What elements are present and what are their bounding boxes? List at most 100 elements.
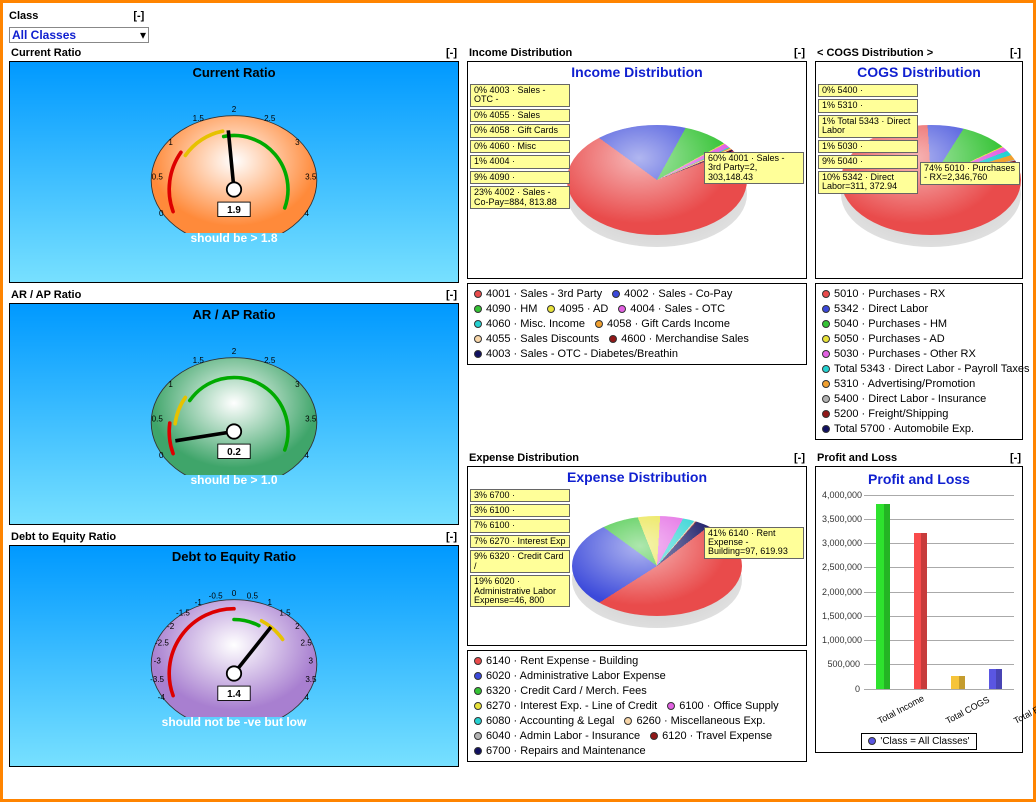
legend-item: 5200 · Freight/Shipping — [822, 408, 948, 420]
svg-text:3.5: 3.5 — [305, 414, 317, 423]
svg-text:1.5: 1.5 — [193, 114, 205, 123]
bar — [989, 669, 1003, 688]
pie-callout: 60% 4001 · Sales - 3rd Party=2, 303,148.… — [704, 152, 804, 184]
legend-item: 4058 · Gift Cards Income — [595, 318, 730, 330]
de-title: Debt to Equity Ratio — [172, 546, 296, 567]
panel-pl-header: Profit and Loss — [817, 452, 897, 464]
bar — [914, 533, 928, 688]
panel-cogs-header: < COGS Distribution > — [817, 47, 933, 59]
bar — [951, 676, 965, 689]
expense-legend: 6140 · Rent Expense - Building 6020 · Ad… — [467, 650, 807, 762]
panel-income-header: Income Distribution — [469, 47, 572, 59]
panel-expense: Expense Distribution [-] Expense Distrib… — [467, 450, 807, 768]
legend-item: 4001 · Sales - 3rd Party — [474, 288, 602, 300]
pie-callout: 1% 4004 · — [470, 155, 570, 168]
panel-income-toggle[interactable]: [-] — [794, 47, 805, 59]
class-select[interactable]: All Classes ▾ — [9, 27, 149, 43]
legend-item: 6700 · Repairs and Maintenance — [474, 745, 646, 757]
de-ratio-gauge: -4-3.5-3-2.5-2-1.5-1-0.500.511.522.533.5… — [144, 567, 324, 717]
svg-text:1: 1 — [168, 380, 173, 389]
legend-item: 4600 · Merchandise Sales — [609, 333, 749, 345]
svg-text:2: 2 — [232, 105, 237, 114]
svg-text:0: 0 — [159, 451, 164, 460]
pie-callout: 1% 5310 · — [818, 99, 918, 112]
svg-text:1.4: 1.4 — [227, 689, 241, 700]
svg-text:0: 0 — [232, 589, 237, 598]
svg-text:-3: -3 — [154, 656, 162, 665]
legend-item: 6140 · Rent Expense - Building — [474, 655, 638, 667]
class-select-value: All Classes — [12, 28, 76, 42]
svg-text:0.5: 0.5 — [152, 414, 164, 423]
panel-ar-header: AR / AP Ratio — [11, 289, 81, 301]
svg-text:-2: -2 — [167, 622, 175, 631]
svg-text:0.5: 0.5 — [152, 172, 164, 181]
pie-callout: 19% 6020 · Administrative Labor Expense=… — [470, 575, 570, 607]
svg-text:1: 1 — [267, 598, 272, 607]
panel-expense-toggle[interactable]: [-] — [794, 452, 805, 464]
svg-text:-0.5: -0.5 — [209, 591, 223, 600]
pie-callout: 41% 6140 · Rent Expense - Building=97, 6… — [704, 527, 804, 559]
svg-text:1.9: 1.9 — [227, 205, 241, 216]
legend-item: 4055 · Sales Discounts — [474, 333, 599, 345]
svg-text:3: 3 — [295, 138, 300, 147]
svg-text:4: 4 — [304, 693, 309, 702]
pie-callout: 1% 5030 · — [818, 140, 918, 153]
svg-text:3: 3 — [308, 656, 313, 665]
svg-text:-1.5: -1.5 — [176, 608, 190, 617]
svg-text:2.5: 2.5 — [264, 114, 276, 123]
cogs-legend: 5010 · Purchases - RX 5342 · Direct Labo… — [815, 283, 1023, 440]
class-collapse-toggle[interactable]: [-] — [133, 10, 144, 22]
legend-item: 5040 · Purchases - HM — [822, 318, 947, 330]
cogs-title: COGS Distribution — [816, 62, 1022, 82]
panel-de-toggle[interactable]: [-] — [446, 531, 457, 543]
legend-item: 6100 · Office Supply — [667, 700, 778, 712]
legend-item: 4060 · Misc. Income — [474, 318, 585, 330]
pie-callout: 0% 4058 · Gift Cards — [470, 124, 570, 137]
pie-callout: 9% 6320 · Credit Card / — [470, 550, 570, 573]
pie-callout: 0% 4055 · Sales — [470, 109, 570, 122]
pl-bar-chart: 0500,0001,000,0001,500,0002,000,0002,500… — [818, 489, 1020, 729]
legend-item: 4002 · Sales - Co-Pay — [612, 288, 732, 300]
pie-callout: 74% 5010 · Purchases - RX=2,346,760 — [920, 162, 1020, 185]
svg-text:-1: -1 — [195, 598, 203, 607]
expense-title: Expense Distribution — [468, 467, 806, 487]
pl-legend-text: 'Class = All Classes' — [880, 736, 969, 747]
panel-profit-loss: Profit and Loss [-] Profit and Loss 0500… — [815, 450, 1023, 768]
panel-expense-header: Expense Distribution — [469, 452, 579, 464]
pie-callout: 3% 6100 · — [470, 504, 570, 517]
legend-item: 6320 · Credit Card / Merch. Fees — [474, 685, 647, 697]
svg-text:3.5: 3.5 — [305, 675, 317, 684]
svg-text:0.5: 0.5 — [247, 591, 259, 600]
chevron-down-icon: ▾ — [140, 28, 146, 42]
panel-ar-toggle[interactable]: [-] — [446, 289, 457, 301]
panel-pl-toggle[interactable]: [-] — [1010, 452, 1021, 464]
legend-item: 4090 · HM — [474, 303, 537, 315]
svg-text:3: 3 — [295, 380, 300, 389]
svg-text:0.2: 0.2 — [227, 447, 241, 458]
income-title: Income Distribution — [468, 62, 806, 82]
legend-item: 5010 · Purchases - RX — [822, 288, 945, 300]
svg-text:2: 2 — [232, 347, 237, 356]
panel-cr-toggle[interactable]: [-] — [446, 47, 457, 59]
legend-item: 6020 · Administrative Labor Expense — [474, 670, 666, 682]
pie-callout: 7% 6100 · — [470, 519, 570, 532]
panel-de-ratio: Debt to Equity Ratio [-] Debt to Equity … — [9, 529, 459, 767]
panel-cogs-toggle[interactable]: [-] — [1010, 47, 1021, 59]
expense-pie-chart: 3% 6700 ·3% 6100 ·7% 6100 ·7% 6270 · Int… — [468, 487, 806, 645]
pie-callout: 0% 5400 · — [818, 84, 918, 97]
svg-text:4: 4 — [304, 451, 309, 460]
bar — [876, 504, 890, 688]
panel-cogs: < COGS Distribution > [-] COGS Distribut… — [815, 45, 1023, 446]
legend-item: 6270 · Interest Exp. - Line of Credit — [474, 700, 657, 712]
income-pie-chart: 0% 4003 · Sales - OTC -0% 4055 · Sales0%… — [468, 82, 806, 278]
svg-text:1.5: 1.5 — [193, 356, 205, 365]
pl-title: Profit and Loss — [818, 469, 1020, 489]
legend-item: 5050 · Purchases - AD — [822, 333, 945, 345]
legend-item: 5400 · Direct Labor - Insurance — [822, 393, 986, 405]
ar-title: AR / AP Ratio — [192, 304, 275, 325]
pie-callout: 0% 4060 · Misc — [470, 140, 570, 153]
svg-text:2.5: 2.5 — [264, 356, 276, 365]
legend-item: 4095 · AD — [547, 303, 608, 315]
pie-callout: 9% 5040 · — [818, 155, 918, 168]
svg-text:2.5: 2.5 — [301, 638, 313, 647]
